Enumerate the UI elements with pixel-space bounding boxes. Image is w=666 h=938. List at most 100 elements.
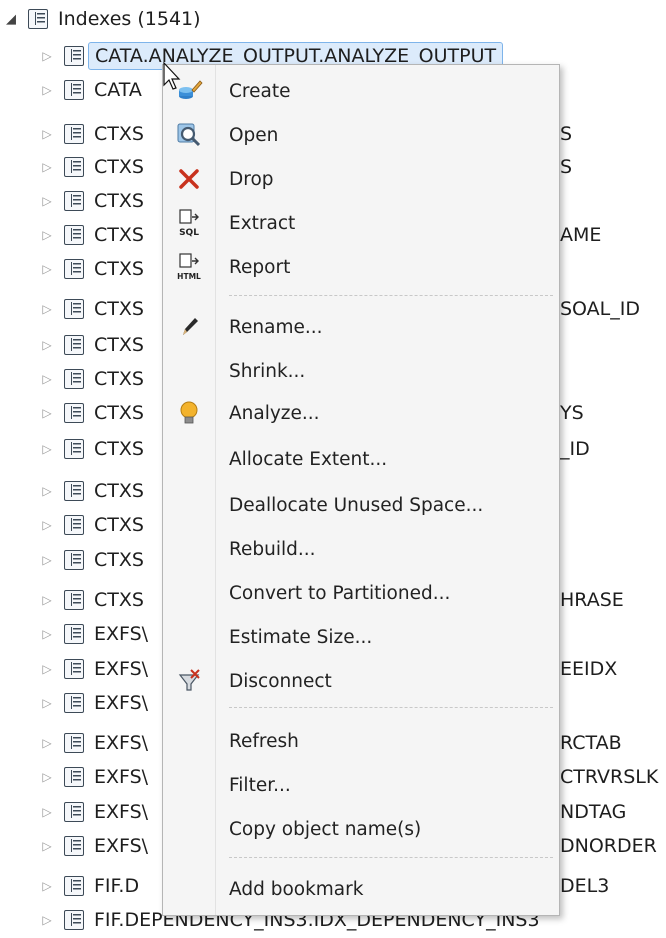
tree-item[interactable]: ▷ EXFS\ — [40, 795, 148, 829]
expand-icon[interactable]: ▷ — [40, 770, 54, 784]
menu-item-allocate-extent[interactable]: Allocate Extent... — [163, 441, 559, 477]
tree-item[interactable]: ▷ CTXS — [40, 362, 144, 396]
menu-item-label: Refresh — [229, 730, 299, 752]
tree-item-label: CTXS — [94, 190, 144, 212]
menu-item-estimate-size[interactable]: Estimate Size... — [163, 619, 559, 655]
expand-icon[interactable]: ▷ — [40, 627, 54, 641]
tree-item-label: EXFS\ — [94, 801, 149, 823]
expand-icon[interactable]: ▷ — [40, 228, 54, 242]
expand-icon[interactable]: ▷ — [40, 839, 54, 853]
index-folder-icon — [28, 9, 48, 29]
menu-item-add-bookmark[interactable]: Add bookmark — [163, 871, 559, 907]
tree-item-label-tail: S — [560, 123, 573, 145]
expand-icon[interactable]: ▷ — [40, 160, 54, 174]
menu-item-filter[interactable]: Filter... — [163, 767, 559, 803]
expand-icon[interactable]: ▷ — [40, 49, 54, 63]
expand-icon[interactable]: ▷ — [40, 696, 54, 710]
tree-root-indexes[interactable]: ◢ Indexes (1541) — [4, 2, 201, 36]
menu-item-disconnect[interactable]: Disconnect — [163, 663, 559, 699]
tree-item-label: EXFS\ — [94, 623, 149, 645]
index-icon — [64, 439, 84, 459]
tree-item[interactable]: ▷ CTXS — [40, 474, 144, 508]
menu-item-label: Analyze... — [229, 402, 320, 424]
expand-icon[interactable]: ▷ — [40, 372, 54, 386]
tree-item-label-tail: AME — [560, 224, 602, 246]
tree-item[interactable]: ▷ CTXS — [40, 432, 144, 466]
tree-item[interactable]: ▷ CTXS — [40, 150, 144, 184]
tree-item[interactable]: ▷ EXFS\ — [40, 829, 148, 863]
index-icon — [64, 693, 84, 713]
expand-icon[interactable]: ▷ — [40, 736, 54, 750]
expand-icon[interactable]: ▷ — [40, 262, 54, 276]
expand-icon[interactable]: ▷ — [40, 194, 54, 208]
menu-item-copy-object-names[interactable]: Copy object name(s) — [163, 811, 559, 847]
expand-icon[interactable]: ▷ — [40, 302, 54, 316]
menu-item-label: Report — [229, 256, 291, 278]
tree-item-label: CATA — [94, 79, 142, 101]
tree-item[interactable]: ▷ EXFS\ — [40, 652, 148, 686]
tree-item[interactable]: ▷ CTXS — [40, 184, 144, 218]
index-icon — [64, 836, 84, 856]
menu-item-label: Add bookmark — [229, 878, 364, 900]
menu-item-shrink[interactable]: Shrink... — [163, 353, 559, 389]
menu-item-analyze[interactable]: Analyze... — [163, 395, 559, 431]
collapse-icon[interactable]: ◢ — [4, 12, 18, 27]
tree-item-label: CTXS — [94, 156, 144, 178]
tree-item[interactable]: ▷ EXFS\ — [40, 760, 148, 794]
expand-icon[interactable]: ▷ — [40, 879, 54, 893]
menu-item-rename[interactable]: Rename... — [163, 309, 559, 345]
tree-item-label: EXFS\ — [94, 732, 149, 754]
expand-icon[interactable]: ▷ — [40, 127, 54, 141]
tree-item[interactable]: ▷ CTXS — [40, 396, 144, 430]
menu-item-create[interactable]: Create — [163, 73, 559, 109]
tree-item-label: CTXS — [94, 480, 144, 502]
tree-item[interactable]: ▷ CATA — [40, 73, 142, 107]
expand-icon[interactable]: ▷ — [40, 338, 54, 352]
menu-separator — [229, 857, 553, 858]
tree-item[interactable]: ▷ CTXS — [40, 218, 144, 252]
tree-item[interactable]: ▷ CTXS — [40, 117, 144, 151]
expand-icon[interactable]: ▷ — [40, 442, 54, 456]
menu-item-label: Extract — [229, 212, 296, 234]
tree-item-label: EXFS\ — [94, 766, 149, 788]
menu-item-extract[interactable]: SQL Extract — [163, 205, 559, 241]
expand-icon[interactable]: ▷ — [40, 484, 54, 498]
tree-item-label: EXFS\ — [94, 658, 149, 680]
tree-item-label: CTXS — [94, 224, 144, 246]
menu-item-open[interactable]: Open — [163, 117, 559, 153]
menu-item-label: Drop — [229, 168, 274, 190]
index-icon — [64, 369, 84, 389]
expand-icon[interactable]: ▷ — [40, 406, 54, 420]
menu-item-refresh[interactable]: Refresh — [163, 723, 559, 759]
tree-item[interactable]: ▷ EXFS\ — [40, 617, 148, 651]
index-icon — [64, 191, 84, 211]
tree-item[interactable]: ▷ EXFS\ — [40, 726, 148, 760]
expand-icon[interactable]: ▷ — [40, 83, 54, 97]
tree-item[interactable]: ▷ CTXS — [40, 252, 144, 286]
tree-item[interactable]: ▷ CTXS — [40, 543, 144, 577]
tree-item[interactable]: ▷ FIF.D — [40, 869, 139, 903]
expand-icon[interactable]: ▷ — [40, 553, 54, 567]
tree-item[interactable]: ▷ EXFS\ — [40, 686, 148, 720]
tree-item-label: CTXS — [94, 258, 144, 280]
menu-item-deallocate-unused-space[interactable]: Deallocate Unused Space... — [163, 487, 559, 523]
menu-item-report[interactable]: HTML Report — [163, 249, 559, 285]
tree-item[interactable]: ▷ CTXS — [40, 292, 144, 326]
extract-sql-icon: SQL — [175, 209, 203, 237]
menu-item-convert-to-partitioned[interactable]: Convert to Partitioned... — [163, 575, 559, 611]
menu-item-rebuild[interactable]: Rebuild... — [163, 531, 559, 567]
expand-icon[interactable]: ▷ — [40, 913, 54, 927]
tree-item[interactable]: ▷ CTXS — [40, 583, 144, 617]
menu-item-drop[interactable]: Drop — [163, 161, 559, 197]
expand-icon[interactable]: ▷ — [40, 805, 54, 819]
tree-item-label: CTXS — [94, 123, 144, 145]
menu-item-label: Open — [229, 124, 279, 146]
expand-icon[interactable]: ▷ — [40, 518, 54, 532]
tree-item[interactable]: ▷ CTXS — [40, 508, 144, 542]
index-icon — [64, 481, 84, 501]
index-icon — [64, 335, 84, 355]
expand-icon[interactable]: ▷ — [40, 662, 54, 676]
expand-icon[interactable]: ▷ — [40, 593, 54, 607]
index-icon — [64, 157, 84, 177]
tree-item[interactable]: ▷ CTXS — [40, 328, 144, 362]
